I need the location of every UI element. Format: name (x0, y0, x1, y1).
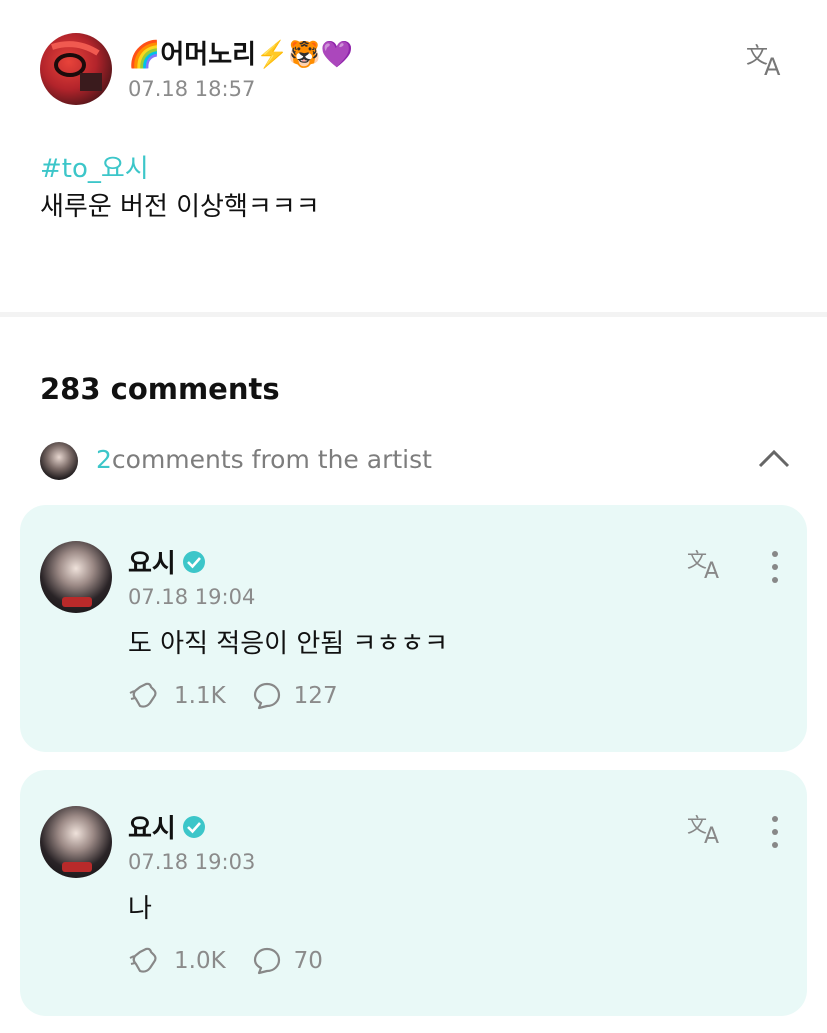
artist-comments-text: comments from the artist (111, 445, 432, 474)
post-body: 새루운 버전 이상핵ㅋㅋㅋ (40, 192, 320, 222)
artist-comments-toggle[interactable]: 2comments from the artist (40, 440, 792, 482)
cheer-icon (129, 682, 157, 708)
translate-icon[interactable]: 文 A (687, 810, 727, 846)
reply-count: 127 (293, 683, 338, 709)
author-avatar[interactable] (40, 33, 112, 105)
cheer-icon (129, 947, 157, 973)
comment-timestamp: 07.18 19:04 (128, 585, 256, 609)
comment-timestamp: 07.18 19:03 (128, 850, 256, 874)
svg-text:A: A (764, 53, 781, 79)
artist-comment-card: 요시 07.18 19:04 도 아직 적응이 안됨 ㅋㅎㅎㅋ 1.1K 127… (20, 505, 807, 752)
artist-avatar[interactable] (40, 806, 112, 878)
artist-avatar[interactable] (40, 541, 112, 613)
comment-author[interactable]: 요시 (128, 543, 206, 580)
svg-text:A: A (704, 824, 719, 846)
post-hashtag[interactable]: #to_요시 (40, 148, 149, 185)
like-button[interactable]: 1.1K (128, 681, 226, 711)
post-timestamp: 07.18 18:57 (128, 77, 256, 101)
comment-text: 나 (128, 894, 152, 924)
comment-text: 도 아직 적응이 안됨 ㅋㅎㅎㅋ (128, 629, 449, 659)
comment-bubble-icon (253, 682, 280, 710)
like-count: 1.0K (174, 948, 226, 974)
like-button[interactable]: 1.0K (128, 946, 226, 976)
section-divider (0, 312, 827, 317)
svg-text:A: A (704, 559, 719, 581)
artist-comments-label: 2comments from the artist (96, 445, 432, 474)
more-vertical-icon[interactable] (767, 549, 783, 585)
reply-count: 70 (293, 948, 323, 974)
comment-bubble-icon (253, 947, 280, 975)
like-count: 1.1K (174, 683, 226, 709)
reply-button[interactable]: 127 (252, 681, 338, 711)
artist-comments-count: 2 (96, 445, 112, 474)
translate-icon[interactable]: 文 A (746, 39, 790, 79)
comment-author-name: 요시 (128, 549, 176, 579)
comment-author[interactable]: 요시 (128, 808, 206, 845)
translate-icon[interactable]: 文 A (687, 545, 727, 581)
comment-stats: 1.0K 70 (128, 946, 349, 976)
comment-count: 283 comments (40, 372, 280, 406)
post-header: 🌈어머노리⚡️🐯💜 07.18 18:57 文 A (40, 33, 800, 105)
verified-badge-icon (182, 550, 205, 573)
reply-button[interactable]: 70 (252, 946, 323, 976)
verified-badge-icon (182, 815, 205, 838)
artist-comment-card: 요시 07.18 19:03 나 1.0K 70 文 A (20, 770, 807, 1016)
comment-stats: 1.1K 127 (128, 681, 364, 711)
comment-author-name: 요시 (128, 814, 176, 844)
more-vertical-icon[interactable] (767, 814, 783, 850)
author-name[interactable]: 🌈어머노리⚡️🐯💜 (128, 35, 353, 70)
artist-avatar-small (40, 442, 78, 480)
chevron-up-icon[interactable] (756, 444, 792, 474)
